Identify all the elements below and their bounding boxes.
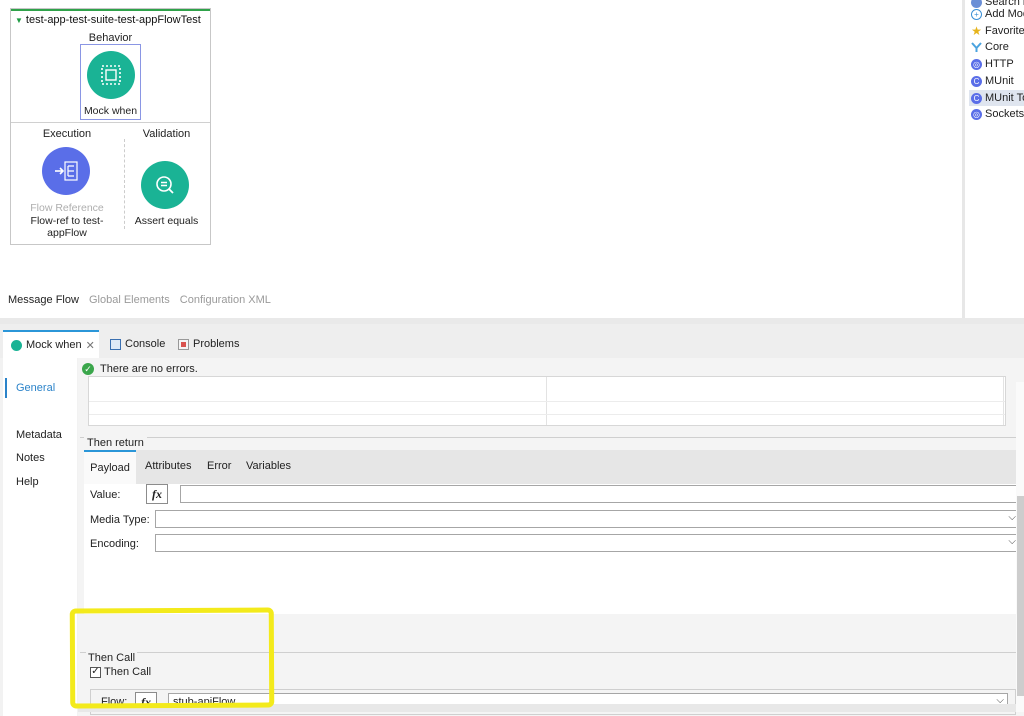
suite-title[interactable]: ▼ test-app-test-suite-test-appFlowTest [15,14,201,26]
palette-item-munit[interactable]: C MUnit [971,73,1014,89]
encoding-label: Encoding: [90,538,139,550]
tab-variables[interactable]: Variables [246,460,291,472]
value-input[interactable] [180,485,1020,503]
mule-palette: Search in +Add Mod ★Favorites Core ◎HTTP… [962,0,1024,318]
console-icon [110,338,121,350]
palette-item-favorites[interactable]: ★Favorites [971,23,1024,39]
nav-general[interactable]: General [16,382,55,394]
collapse-triangle-icon[interactable]: ▼ [15,16,23,25]
table-row-divider [89,414,1005,415]
validation-status: ✓ There are no errors. [82,363,198,375]
tab-console[interactable]: Console [110,330,165,358]
yellow-highlight-annotation [69,607,275,709]
properties-nav: General Metadata Notes Help [3,358,77,716]
star-icon: ★ [971,24,982,38]
then-return-tabs: Payload Attributes Error Variables [84,450,1020,484]
encoding-select[interactable]: ⌵ [155,534,1020,552]
sockets-module-icon: ◎ [971,108,982,120]
section-divider [11,122,210,123]
vertical-scrollbar-thumb[interactable] [1017,496,1024,696]
value-label: Value: [90,489,121,501]
behavior-label: Behavior [88,32,133,44]
media-type-select[interactable]: ⌵ [155,510,1020,528]
canvas-view-tabs: Message Flow Global Elements Configurati… [8,294,278,306]
tab-message-flow[interactable]: Message Flow [8,294,79,306]
nav-metadata[interactable]: Metadata [16,429,62,441]
tab-error[interactable]: Error [207,460,231,472]
mock-when-tab-icon [11,339,22,351]
tab-configuration-xml[interactable]: Configuration XML [180,294,271,306]
tab-global-elements[interactable]: Global Elements [89,294,170,306]
assert-equals-icon[interactable] [141,161,189,209]
nav-active-indicator [5,378,7,398]
execution-label: Execution [42,128,92,140]
munit-tools-module-icon: C [971,92,982,104]
then-return-group: Then return Payload Attributes Error Var… [80,437,1020,615]
payload-form: Value: fx Media Type: ⌵ Encoding: ⌵ [84,484,1020,614]
palette-item-munit-tools[interactable]: C MUnit To [969,90,1024,106]
check-icon: ✓ [82,363,94,375]
assert-equals-label: Assert equals [134,215,199,227]
mock-when-icon [87,51,135,99]
chevron-down-icon: ⌵ [1008,536,1016,547]
attributes-table[interactable] [88,376,1006,426]
add-icon: + [971,8,982,20]
palette-item-http[interactable]: ◎ HTTP [971,56,1014,72]
table-row-divider [89,401,1005,402]
tab-problems[interactable]: Problems [178,330,239,358]
container-accent-line [11,9,210,11]
flow-reference-type-label: Flow Reference [30,202,104,214]
suite-title-text: test-app-test-suite-test-appFlowTest [25,14,201,26]
validation-status-text: There are no errors. [100,363,198,375]
http-module-icon: ◎ [971,58,982,70]
tab-mock-when[interactable]: Mock when ✕ [3,330,99,358]
tab-attributes[interactable]: Attributes [145,460,191,472]
chevron-down-icon: ⌵ [1008,512,1016,523]
media-type-label: Media Type: [90,514,150,526]
bottom-tab-bar: Mock when ✕ Console Problems [0,324,1024,358]
nav-help[interactable]: Help [16,476,39,488]
flow-canvas: ▼ test-app-test-suite-test-appFlowTest Be… [0,0,962,318]
palette-item-core[interactable]: Core [971,39,1009,55]
problems-icon [178,338,189,350]
nav-notes[interactable]: Notes [16,452,45,464]
flow-reference-name-label: Flow-ref to test-appFlow [30,215,104,239]
tab-payload[interactable]: Payload [84,450,136,484]
mock-when-label: Mock when [83,105,138,117]
palette-item-sockets[interactable]: ◎ Sockets [971,106,1024,122]
then-return-title: Then return [84,437,147,449]
validation-label: Validation [142,128,191,140]
mock-when-component[interactable]: Mock when [80,44,141,120]
flow-reference-icon[interactable] [42,147,90,195]
fx-expression-button[interactable]: fx [146,484,168,504]
close-icon[interactable]: ✕ [86,339,95,352]
test-suite-container[interactable]: ▼ test-app-test-suite-test-appFlowTest Be… [10,8,211,245]
core-icon [971,41,982,53]
munit-module-icon: C [971,75,982,87]
palette-item-add-modules[interactable]: +Add Mod [971,6,1024,22]
